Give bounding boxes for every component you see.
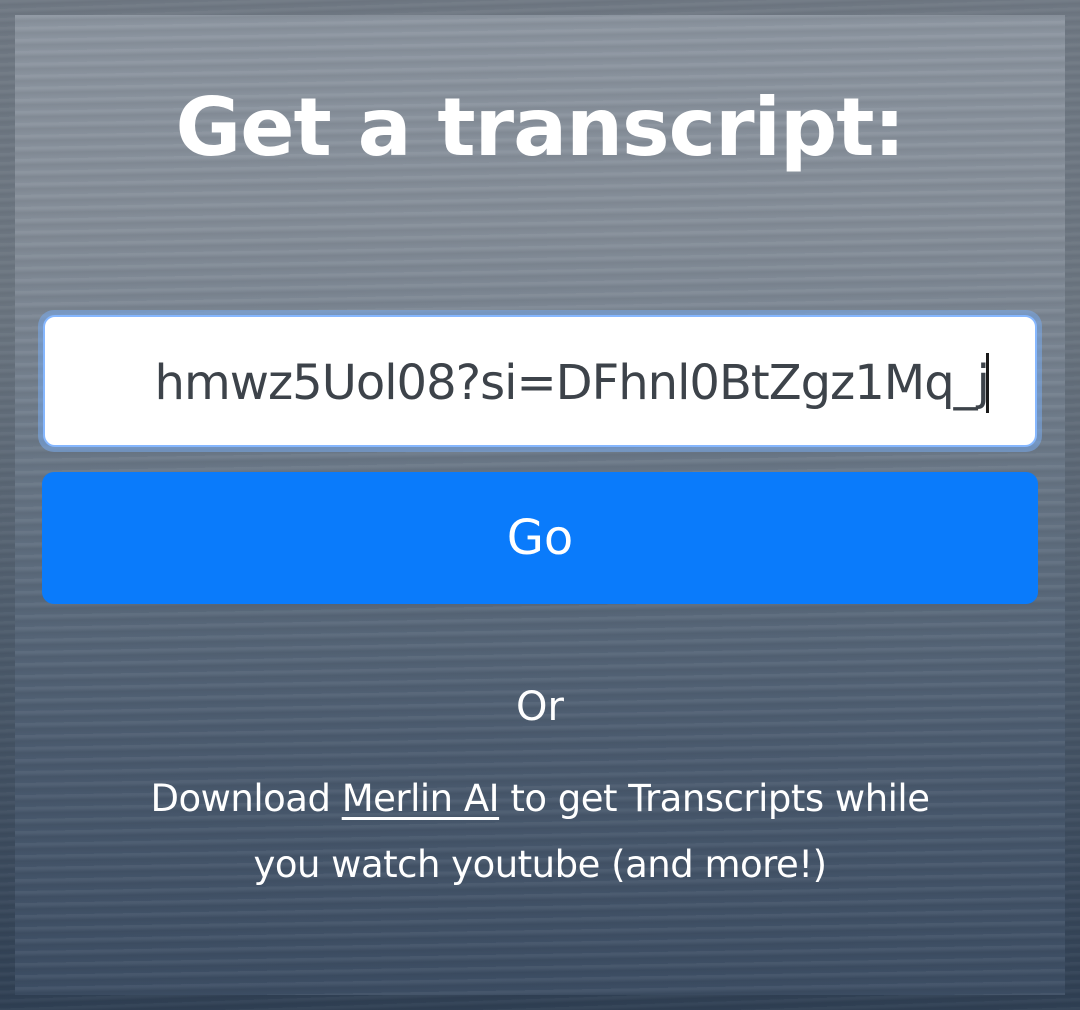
promo-line1-suffix: to get Transcripts while xyxy=(499,777,930,820)
promo-line2: you watch youtube (and more!) xyxy=(253,843,827,886)
merlin-promo-text: Download Merlin AI to get Transcripts wh… xyxy=(60,766,1020,898)
merlin-ai-link[interactable]: Merlin AI xyxy=(342,777,500,820)
video-url-input[interactable]: hmwz5Uol08?si=DFhnl0BtZgz1Mq_j xyxy=(43,315,1037,447)
or-divider-text: Or xyxy=(516,684,564,730)
go-button[interactable]: Go xyxy=(42,472,1038,604)
video-url-input-value[interactable]: hmwz5Uol08?si=DFhnl0BtZgz1Mq_j xyxy=(155,351,990,415)
page-title: Get a transcript: xyxy=(175,81,906,174)
text-caret xyxy=(986,353,989,413)
promo-prefix: Download xyxy=(150,777,342,820)
